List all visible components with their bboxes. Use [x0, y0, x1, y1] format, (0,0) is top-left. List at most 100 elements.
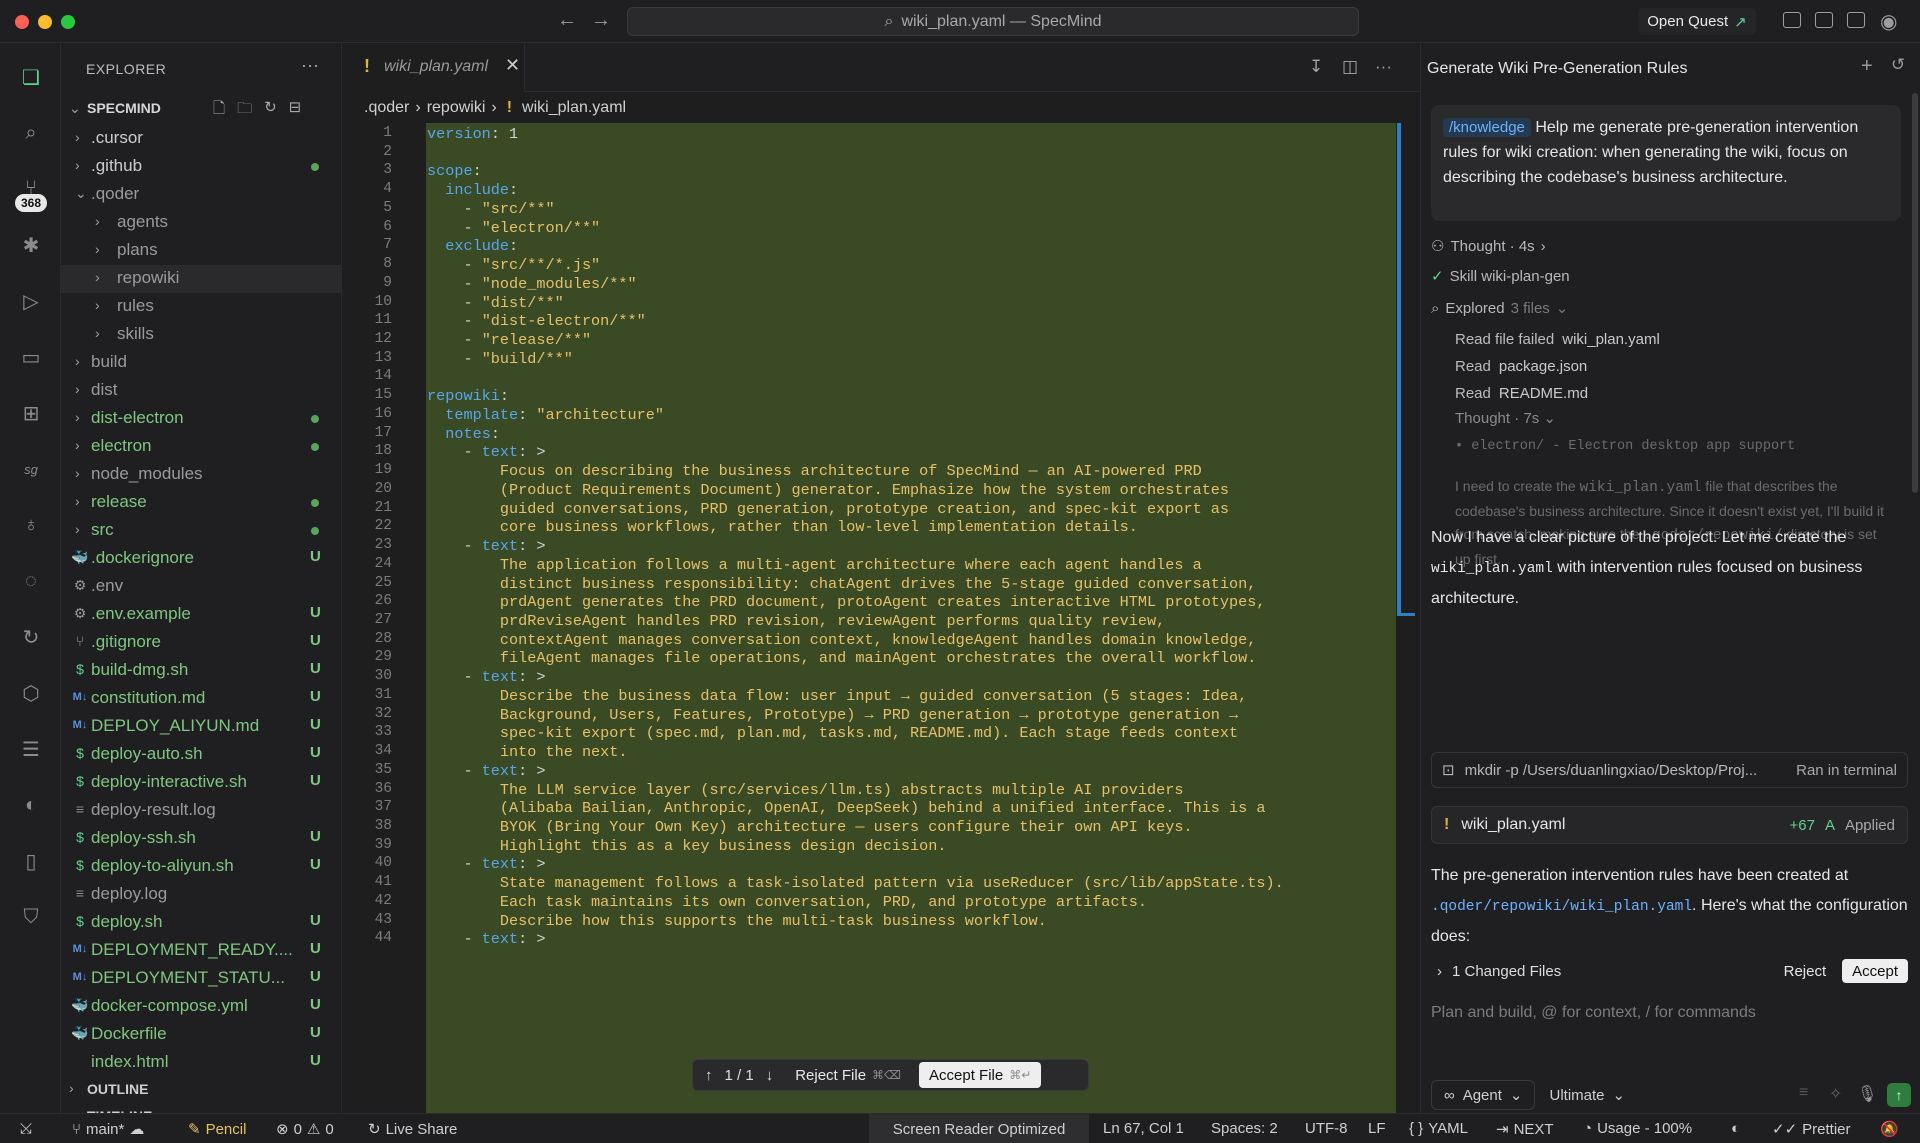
shield-icon[interactable]: ⛉ [19, 905, 43, 929]
toggle-sidebar-icon[interactable] [1783, 12, 1801, 28]
folder-item[interactable]: › dist [61, 377, 341, 405]
folder-item[interactable]: › repowiki [61, 265, 341, 293]
eol-status[interactable]: LF [1368, 1120, 1386, 1137]
folder-item[interactable]: › agents [61, 209, 341, 237]
breadcrumb-item[interactable]: wiki_plan.yaml [522, 99, 626, 117]
tab-wiki-plan[interactable]: ! wiki_plan.yaml ✕ [342, 43, 525, 92]
accept-button[interactable]: Accept [1842, 959, 1908, 983]
file-item[interactable]: ⑂ .gitignore U [61, 629, 341, 657]
cursor-position[interactable]: Ln 67, Col 1 [1103, 1120, 1184, 1137]
file-item[interactable]: M↓ DEPLOYMENT_STATU... U [61, 965, 341, 993]
sg-icon[interactable]: sg [19, 457, 43, 481]
file-item[interactable]: ⚙ .env [61, 573, 341, 601]
breadcrumb-item[interactable]: .qoder [364, 99, 409, 117]
file-item[interactable]: ⚙ .env.example U [61, 601, 341, 629]
explorer-icon[interactable]: ❏ [19, 65, 43, 89]
new-file-icon[interactable]: 🗋 [213, 98, 225, 123]
file-item[interactable]: ≡ deploy.log [61, 881, 341, 909]
new-folder-icon[interactable]: 🗀 [237, 98, 252, 123]
prettier-status[interactable]: ✓✓ Prettier [1772, 1120, 1851, 1139]
scrollbar[interactable] [1912, 93, 1918, 493]
next-status[interactable]: ⇥ NEXT [1496, 1120, 1554, 1139]
explored-step[interactable]: ⌕ Explored 3 files ⌄ [1431, 299, 1568, 318]
file-item[interactable]: $ deploy-ssh.sh U [61, 825, 341, 853]
toggle-panel-icon[interactable] [1815, 12, 1833, 28]
search-icon[interactable]: ⌕ [19, 121, 43, 145]
language-status[interactable]: { } YAML [1409, 1120, 1468, 1137]
extensions-icon[interactable]: ⊞ [19, 401, 43, 425]
close-window-button[interactable] [15, 15, 29, 29]
file-item[interactable]: $ deploy-to-aliyun.sh U [61, 853, 341, 881]
copilot-icon[interactable]: ◐ [19, 793, 43, 817]
encoding-status[interactable]: UTF-8 [1305, 1120, 1348, 1137]
toggle-secondary-sidebar-icon[interactable] [1847, 12, 1865, 28]
problems-status[interactable]: ⊗ 0 ⚠ 0 [276, 1120, 334, 1139]
microphone-icon[interactable]: 🎙 [1857, 1084, 1877, 1104]
file-item[interactable]: index.html U [61, 1049, 341, 1077]
agent-mode-dropdown[interactable]: ∞ Agent ⌄ [1431, 1080, 1536, 1110]
remote-icon[interactable]: ⤩ [20, 1120, 32, 1137]
extensions-puzzle-icon[interactable]: ✱ [19, 233, 43, 257]
folder-item[interactable]: › electron [61, 433, 341, 461]
file-item[interactable]: $ build-dmg.sh U [61, 657, 341, 685]
folder-item[interactable]: › .cursor [61, 125, 341, 153]
pencil-status[interactable]: ✎ Pencil [188, 1120, 246, 1139]
split-editor-icon[interactable]: ◫ [1342, 57, 1358, 77]
folder-item[interactable]: › src [61, 517, 341, 545]
file-item[interactable]: M↓ DEPLOYMENT_READY.... U [61, 937, 341, 965]
file-item[interactable]: M↓ DEPLOY_ALIYUN.md U [61, 713, 341, 741]
project-section[interactable]: ⌄ SPECMIND 🗋 🗀 ↻ ⊟ [61, 98, 341, 120]
more-actions-icon[interactable]: ··· [301, 55, 319, 76]
stack-icon[interactable]: ≡ [1799, 1084, 1808, 1102]
file-item[interactable]: 🐳 Dockerfile U [61, 1021, 341, 1049]
reject-button[interactable]: Reject [1774, 959, 1837, 983]
sparkle-icon[interactable]: ✧ [1829, 1084, 1842, 1104]
folder-item[interactable]: › .github [61, 153, 341, 181]
chat-input[interactable]: Plan and build, @ for context, / for com… [1431, 1004, 1756, 1022]
file-item[interactable]: ≡ deploy-result.log [61, 797, 341, 825]
file-item[interactable]: M↓ constitution.md U [61, 685, 341, 713]
branch-status[interactable]: ⑂ main* ☁ [72, 1120, 144, 1139]
thought-step[interactable]: Thought · 7s ⌄ [1455, 409, 1556, 427]
folder-item[interactable]: › dist-electron [61, 405, 341, 433]
forward-arrow-icon[interactable]: → [591, 9, 611, 32]
file-item[interactable]: $ deploy.sh U [61, 909, 341, 937]
changed-file-card[interactable]: ! wiki_plan.yaml +67 A Applied [1431, 806, 1908, 844]
containers-icon[interactable]: ⬡ [19, 681, 43, 705]
terminal-command-card[interactable]: ⊡ mkdir -p /Users/duanlingxiao/Desktop/P… [1431, 752, 1908, 788]
timeline-scroll-icon[interactable]: ↧ [1309, 57, 1323, 77]
chat-icon[interactable]: ◌ [19, 569, 43, 593]
arrow-down-icon[interactable]: ↓ [766, 1067, 774, 1084]
minimize-window-button[interactable] [38, 15, 52, 29]
send-button[interactable]: ↑ [1887, 1083, 1911, 1107]
folder-item[interactable]: › rules [61, 293, 341, 321]
file-item[interactable]: $ deploy-interactive.sh U [61, 769, 341, 797]
live-share-status[interactable]: ↻ Live Share [368, 1120, 457, 1139]
folder-item[interactable]: › node_modules [61, 461, 341, 489]
book-icon[interactable]: ▯ [19, 849, 43, 873]
folder-item[interactable]: › plans [61, 237, 341, 265]
zoom-window-button[interactable] [61, 15, 75, 29]
model-dropdown[interactable]: Ultimate ⌄ [1549, 1086, 1625, 1105]
testing-icon[interactable]: ☰ [19, 737, 43, 761]
new-chat-icon[interactable]: + [1861, 55, 1873, 78]
accept-file-button[interactable]: Accept File ⌘↵ [919, 1062, 1042, 1088]
usage-status[interactable]: ◔ Usage - 100% [1583, 1120, 1692, 1137]
run-debug-icon[interactable]: ▷ [19, 289, 43, 313]
code-editor[interactable]: 1 2 3 4 5 6 7 8 9 10 11 12 13 14 15 16 17 18 19 20 21 22 23 24 2… [342, 123, 1420, 1113]
open-quest-button[interactable]: Open Quest ↗ [1638, 8, 1756, 35]
indentation-status[interactable]: Spaces: 2 [1211, 1120, 1278, 1137]
collapse-all-icon[interactable]: ⊟ [289, 98, 302, 123]
arrow-up-icon[interactable]: ↑ [705, 1067, 713, 1084]
close-icon[interactable]: ✕ [505, 55, 520, 76]
history-icon[interactable]: ↺ [1891, 55, 1905, 75]
github-icon[interactable]: ♁ [19, 513, 43, 537]
more-actions-icon[interactable]: ··· [1375, 57, 1392, 77]
refresh-icon[interactable]: ↻ [264, 98, 277, 123]
notifications-icon[interactable]: 🔕 [1880, 1120, 1899, 1138]
file-item[interactable]: $ deploy-auto.sh U [61, 741, 341, 769]
copilot-status-icon[interactable]: ◐ [1731, 1120, 1740, 1137]
breadcrumb-item[interactable]: repowiki [427, 99, 486, 117]
back-arrow-icon[interactable]: ← [557, 9, 577, 32]
remote-explorer-icon[interactable]: ▭ [19, 345, 43, 369]
